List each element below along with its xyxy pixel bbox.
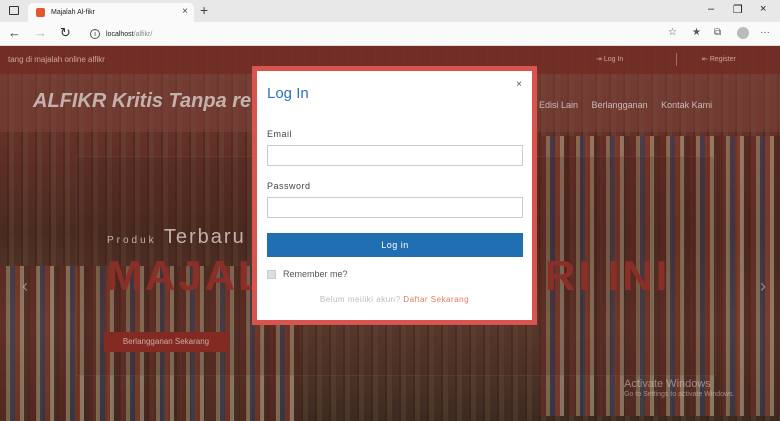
window-close-icon[interactable]: × bbox=[760, 3, 766, 15]
read-aloud-icon[interactable]: ☆ bbox=[668, 27, 677, 38]
browser-tab[interactable]: Majalah Al-fikr × bbox=[28, 3, 194, 22]
favorites-icon[interactable]: ★ bbox=[692, 27, 701, 38]
minimize-icon[interactable]: – bbox=[708, 3, 714, 15]
collections-icon[interactable]: ⧉ bbox=[714, 27, 721, 38]
login-submit-button[interactable]: Log in bbox=[267, 233, 523, 257]
email-label: Email bbox=[267, 129, 293, 139]
modal-title: Log In bbox=[267, 85, 309, 102]
refresh-icon[interactable]: ↻ bbox=[60, 25, 71, 41]
tab-title: Majalah Al-fikr bbox=[51, 9, 95, 16]
address-bar: ← → ↻ i localhost/alfikr/ ☆ ★ ⧉ ··· bbox=[0, 22, 780, 46]
password-field[interactable] bbox=[267, 197, 523, 218]
modal-close-icon[interactable]: × bbox=[516, 79, 522, 90]
profile-avatar[interactable] bbox=[737, 27, 749, 39]
email-field[interactable] bbox=[267, 145, 523, 166]
url-path: /alfikr/ bbox=[133, 31, 153, 38]
tab-actions-icon[interactable] bbox=[9, 6, 19, 15]
forward-icon[interactable]: → bbox=[34, 25, 47, 40]
back-icon[interactable]: ← bbox=[8, 25, 21, 40]
password-label: Password bbox=[267, 181, 311, 191]
remember-me-label: Remember me? bbox=[283, 269, 348, 279]
favicon-icon bbox=[36, 8, 45, 17]
more-menu-icon[interactable]: ··· bbox=[760, 27, 770, 38]
web-page: tang di majalah online alfikr ⇥ Log In ⇤… bbox=[0, 46, 780, 421]
url-host: localhost bbox=[106, 31, 134, 38]
site-info-icon[interactable]: i bbox=[90, 29, 100, 40]
new-tab-icon[interactable]: + bbox=[200, 2, 208, 18]
login-modal: Log In × Email Password Log in Remember … bbox=[252, 66, 537, 325]
url-field[interactable]: i localhost/alfikr/ bbox=[90, 27, 650, 42]
signup-prompt-text: Belum meiliki akun? bbox=[319, 295, 401, 304]
signup-link[interactable]: Daftar Sekarang bbox=[403, 295, 469, 304]
remember-me-checkbox[interactable] bbox=[267, 270, 276, 279]
tab-close-icon[interactable]: × bbox=[182, 6, 188, 17]
signup-prompt: Belum meiliki akun? Daftar Sekarang bbox=[257, 295, 532, 304]
browser-tabbar: Majalah Al-fikr × + – ❐ × bbox=[0, 0, 780, 22]
maximize-icon[interactable]: ❐ bbox=[733, 3, 743, 16]
